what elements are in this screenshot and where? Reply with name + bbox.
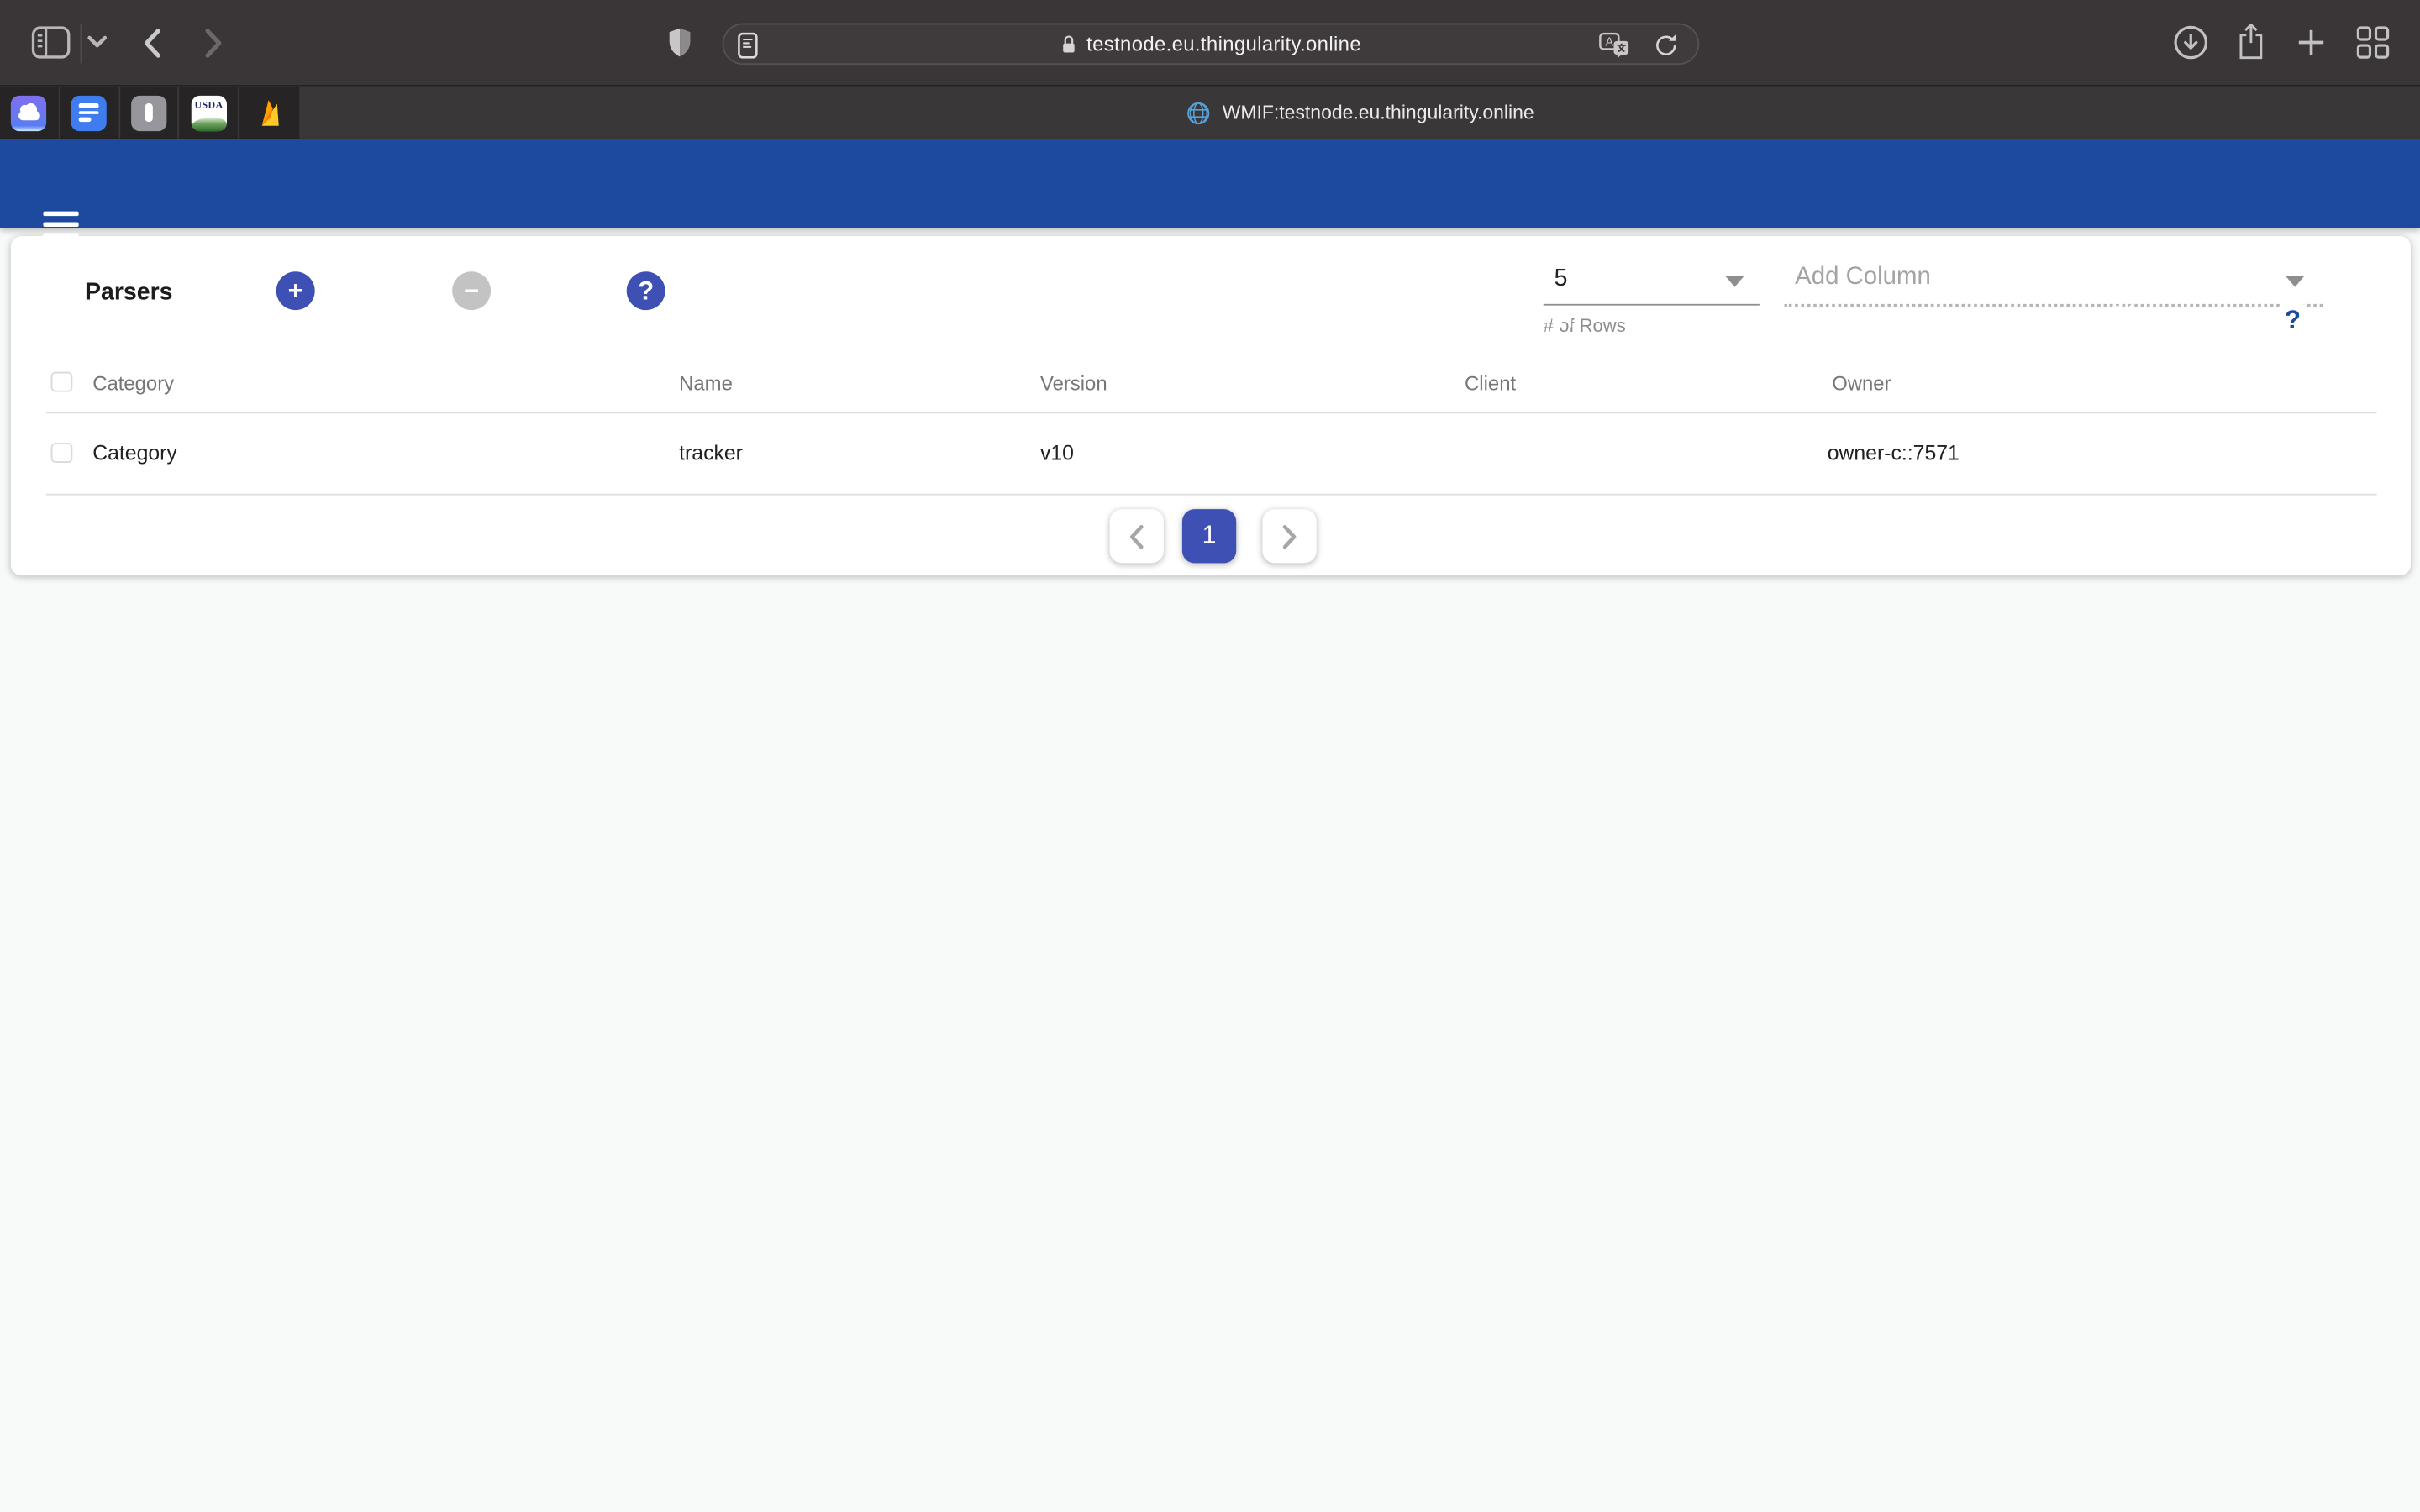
panel-title: Parsers [85,279,172,307]
browser-window: testnode.eu.thingularity.online A [0,0,2420,1512]
help-icon: ? [2274,301,2312,339]
column-header-client: Client [1465,372,1516,396]
help-button[interactable]: ? [2272,299,2314,341]
reload-icon [1653,33,1679,59]
pinned-tab-info[interactable] [120,87,180,139]
document-list-icon [71,95,107,130]
new-tab-button[interactable] [2296,28,2326,57]
icloud-icon [12,95,47,130]
page-button-1[interactable]: 1 [1182,509,1236,563]
role-select-value: Admin [1492,301,1573,334]
share-button[interactable] [2232,20,2269,63]
plus-icon [2296,28,2326,57]
sidebar-toggle-button[interactable] [31,24,71,60]
chevron-right-icon [1280,522,1300,550]
table-header-row: Category Name Version Client Owner [11,358,2411,412]
privacy-report-button[interactable] [666,26,692,59]
pinned-tab-icloud[interactable] [0,87,60,139]
column-header-owner: Owner [1832,372,1891,396]
active-tab[interactable]: WMIF:testnode.eu.thingularity.online [299,87,2420,139]
svg-text:A: A [1605,35,1613,49]
cell-name: tracker [679,441,743,465]
panel-help-button[interactable]: ? [627,271,666,310]
question-icon: ? [638,276,654,307]
pinned-tab-firebase[interactable] [239,87,299,139]
usda-logo-hill [191,117,226,131]
translate-icon: A [1599,33,1630,59]
cell-version: v10 [1040,441,1074,465]
chevron-right-icon [203,28,224,59]
chevron-down-icon [2005,315,2020,324]
pinned-tab-usda[interactable]: USDA [180,87,239,139]
column-header-category: Category [92,372,174,396]
row-checkbox[interactable] [51,442,72,463]
globe-favicon [1186,99,1212,125]
rows-per-page-value: 5 [1555,265,1568,293]
app-header: Parsers Admin ? [0,139,2420,228]
add-column-placeholder: Add Column [1795,264,1931,291]
page-number: 1 [1202,522,1217,551]
cell-category: Category [92,441,177,465]
next-page-button[interactable] [1262,509,1316,563]
share-icon [2234,22,2267,62]
download-icon [2171,24,2210,62]
tab-bar: USDA WMIF:testnode.eu.thingularit [0,87,2420,139]
reload-button[interactable] [1653,33,1679,59]
back-button[interactable] [139,28,163,59]
minus-icon: − [464,276,479,307]
cell-owner: owner-c::7571 [1828,441,1960,465]
tab-overview-button[interactable] [2354,24,2391,60]
parsers-panel: Parsers + − ? 5 # of Rows Add Column Cat… [11,236,2411,575]
chevron-down-icon [2286,276,2304,287]
tab-grid-icon [2354,24,2390,59]
refresh-button[interactable] [2096,299,2138,341]
lock-icon [1060,33,1077,55]
forward-button[interactable] [201,28,225,59]
pinned-tab-docs[interactable] [60,87,119,139]
usda-logo-text: USDA [191,99,226,110]
page-title: Parsers [187,301,296,338]
previous-page-button[interactable] [1110,509,1164,563]
column-header-version: Version [1040,372,1107,396]
active-tab-title: WMIF:testnode.eu.thingularity.online [1223,102,1534,123]
sidebar-icon [31,24,71,60]
usda-logo-icon: USDA [191,95,226,130]
sidebar-menu-chevron[interactable] [87,34,108,49]
menu-button[interactable] [43,212,78,238]
translate-button[interactable]: A [1599,33,1630,59]
remove-parser-button[interactable]: − [452,271,491,310]
browser-toolbar: testnode.eu.thingularity.online A [0,0,2420,87]
shield-icon [666,26,692,59]
chevron-left-icon [1127,522,1147,550]
downloads-button[interactable] [2170,22,2212,64]
column-header-name: Name [679,372,733,396]
hamburger-icon [43,212,78,216]
chevron-down-icon [87,34,108,49]
refresh-icon [2096,300,2137,340]
table-row[interactable]: Category tracker v10 owner-c::7571 [11,412,2411,493]
chevron-left-icon [141,28,161,59]
url-text: testnode.eu.thingularity.online [1086,33,1361,56]
pagination: 1 [11,494,2411,575]
info-bar-icon [131,95,166,130]
url-display: testnode.eu.thingularity.online [723,24,1697,63]
toolbar-divider [81,24,82,64]
firebase-flame-icon [254,96,285,129]
role-select[interactable]: Admin [1492,295,2029,350]
pinned-tabs: USDA [0,87,299,139]
select-all-checkbox[interactable] [51,371,72,392]
address-bar[interactable]: testnode.eu.thingularity.online A [723,24,1700,66]
chevron-down-icon [1725,276,1744,287]
